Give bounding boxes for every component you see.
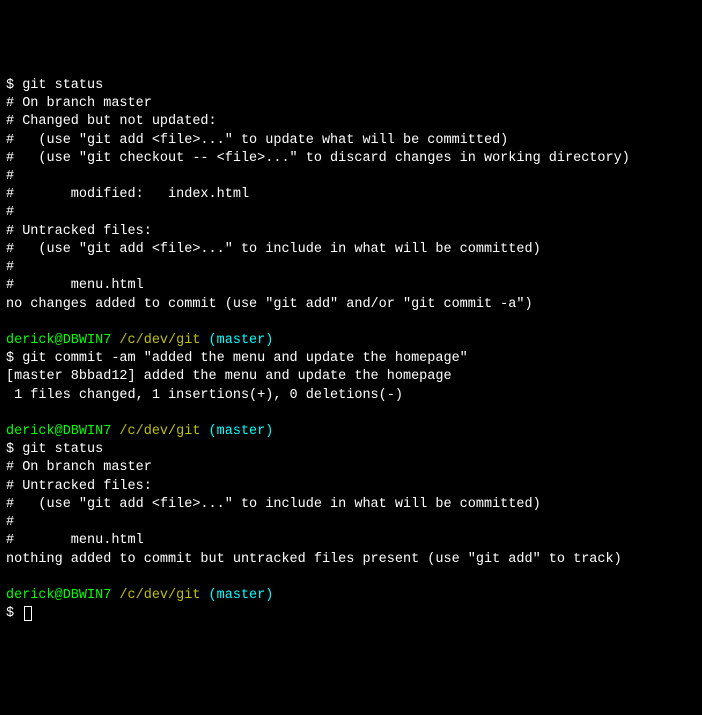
output-line: # Untracked files: — [6, 478, 696, 496]
prompt-branch: (master) — [200, 333, 273, 348]
prompt-line: derick@DBWIN7 /c/dev/git (master) — [6, 423, 696, 441]
output-line: [master 8bbad12] added the menu and upda… — [6, 368, 696, 386]
blank-line — [6, 569, 696, 587]
output-line: # — [6, 259, 696, 277]
prompt-branch: (master) — [200, 588, 273, 603]
output-line: # (use "git add <file>..." to update wha… — [6, 132, 696, 150]
command-line: $ git status — [6, 441, 696, 459]
prompt-user: derick@DBWIN7 — [6, 424, 111, 439]
prompt-user: derick@DBWIN7 — [6, 333, 111, 348]
output-line: # Changed but not updated: — [6, 113, 696, 131]
output-line: # On branch master — [6, 95, 696, 113]
terminal-output[interactable]: $ git status# On branch master# Changed … — [6, 77, 696, 624]
prompt-line: derick@DBWIN7 /c/dev/git (master) — [6, 587, 696, 605]
blank-line — [6, 314, 696, 332]
output-line: # — [6, 204, 696, 222]
output-line: # Untracked files: — [6, 223, 696, 241]
output-line: # — [6, 168, 696, 186]
prompt-branch: (master) — [200, 424, 273, 439]
output-line: # menu.html — [6, 277, 696, 295]
prompt-symbol: $ — [6, 606, 22, 621]
output-line: # (use "git add <file>..." to include in… — [6, 241, 696, 259]
blank-line — [6, 405, 696, 423]
cursor-icon — [24, 606, 32, 621]
output-line: 1 files changed, 1 insertions(+), 0 dele… — [6, 387, 696, 405]
command-line: $ git commit -am "added the menu and upd… — [6, 350, 696, 368]
prompt-path: /c/dev/git — [111, 424, 200, 439]
output-line: # (use "git add <file>..." to include in… — [6, 496, 696, 514]
output-line: # — [6, 514, 696, 532]
prompt-user: derick@DBWIN7 — [6, 588, 111, 603]
output-line: no changes added to commit (use "git add… — [6, 296, 696, 314]
prompt-path: /c/dev/git — [111, 588, 200, 603]
output-line: # modified: index.html — [6, 186, 696, 204]
output-line: nothing added to commit but untracked fi… — [6, 551, 696, 569]
prompt-line: derick@DBWIN7 /c/dev/git (master) — [6, 332, 696, 350]
command-line: $ git status — [6, 77, 696, 95]
prompt-path: /c/dev/git — [111, 333, 200, 348]
active-prompt[interactable]: $ — [6, 605, 696, 623]
output-line: # On branch master — [6, 459, 696, 477]
output-line: # (use "git checkout -- <file>..." to di… — [6, 150, 696, 168]
output-line: # menu.html — [6, 532, 696, 550]
